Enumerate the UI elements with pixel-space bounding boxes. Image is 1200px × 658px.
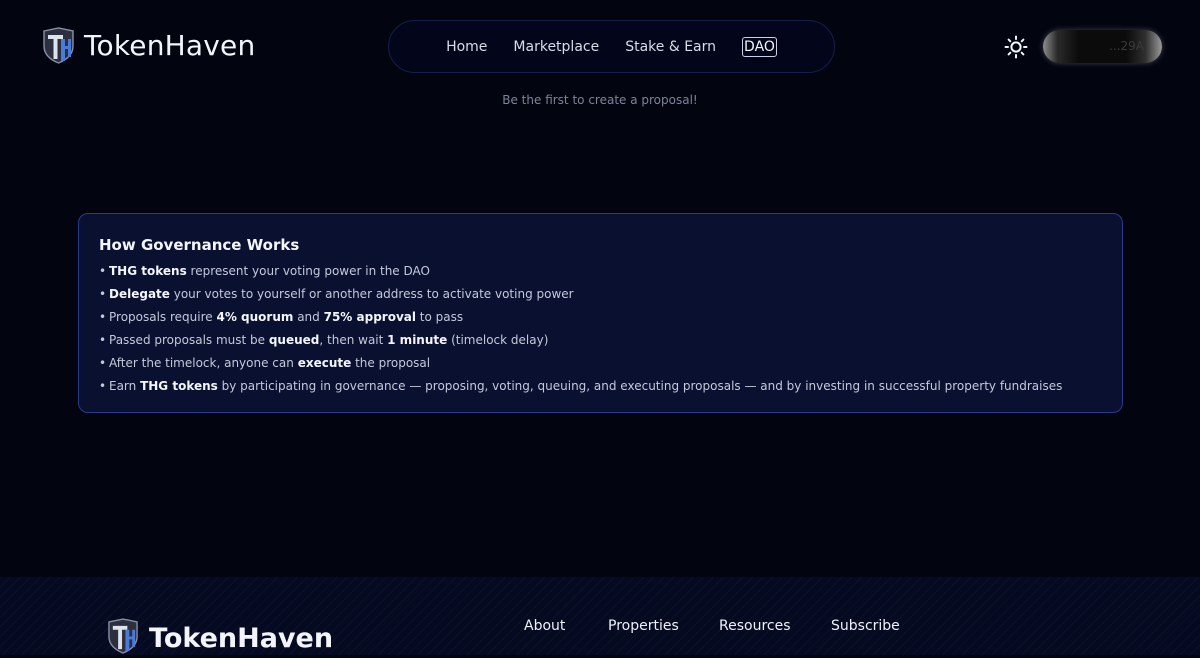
main-nav: Home Marketplace Stake & Earn DAO bbox=[388, 20, 835, 73]
footer-brand[interactable]: TokenHaven bbox=[107, 618, 333, 658]
footer-link-resources[interactable]: Resources bbox=[719, 618, 791, 634]
footer-link-properties[interactable]: Properties bbox=[608, 618, 679, 634]
nav-item-stake-earn[interactable]: Stake & Earn bbox=[625, 39, 716, 55]
sun-icon bbox=[1003, 34, 1029, 60]
footer-link-subscribe[interactable]: Subscribe bbox=[831, 618, 900, 634]
brand[interactable]: TokenHaven bbox=[42, 27, 255, 64]
governance-item: • Proposals require 4% quorum and 75% app… bbox=[99, 310, 464, 324]
brand-name: TokenHaven bbox=[84, 28, 256, 62]
wallet-connect-button[interactable]: ...29A bbox=[1043, 30, 1162, 63]
bullet: • bbox=[99, 310, 107, 324]
governance-item: • After the timelock, anyone can execute … bbox=[99, 356, 431, 370]
governance-list: • THG tokens represent your voting power … bbox=[99, 263, 1062, 401]
tokenhaven-logo-icon bbox=[107, 618, 139, 658]
governance-item: • Passed proposals must be queued, then w… bbox=[99, 333, 549, 347]
governance-item: • THG tokens represent your voting power … bbox=[99, 264, 430, 278]
footer: TokenHaven About Properties Resources Su… bbox=[0, 577, 1200, 655]
footer-link-about[interactable]: About bbox=[524, 618, 565, 634]
theme-toggle-button[interactable] bbox=[1003, 34, 1029, 60]
footer-brand-name: TokenHaven bbox=[149, 622, 334, 654]
governance-info-card: How Governance Works • THG tokens represe… bbox=[78, 213, 1123, 413]
proposals-empty-message: Be the first to create a proposal! bbox=[502, 93, 698, 107]
nav-item-home[interactable]: Home bbox=[446, 39, 487, 55]
bullet: • bbox=[99, 264, 107, 278]
governance-item: • Delegate your votes to yourself or anot… bbox=[99, 287, 574, 301]
wallet-address: ...29A bbox=[1109, 39, 1144, 53]
governance-item: • Earn THG tokens by participating in gov… bbox=[99, 379, 1063, 393]
bullet: • bbox=[99, 356, 107, 370]
nav-item-marketplace[interactable]: Marketplace bbox=[513, 39, 599, 55]
nav-item-dao[interactable]: DAO bbox=[742, 36, 777, 57]
bullet: • bbox=[99, 379, 107, 393]
governance-title: How Governance Works bbox=[99, 236, 300, 254]
tokenhaven-logo-icon bbox=[42, 27, 75, 64]
bullet: • bbox=[99, 333, 107, 347]
bullet: • bbox=[99, 287, 107, 301]
